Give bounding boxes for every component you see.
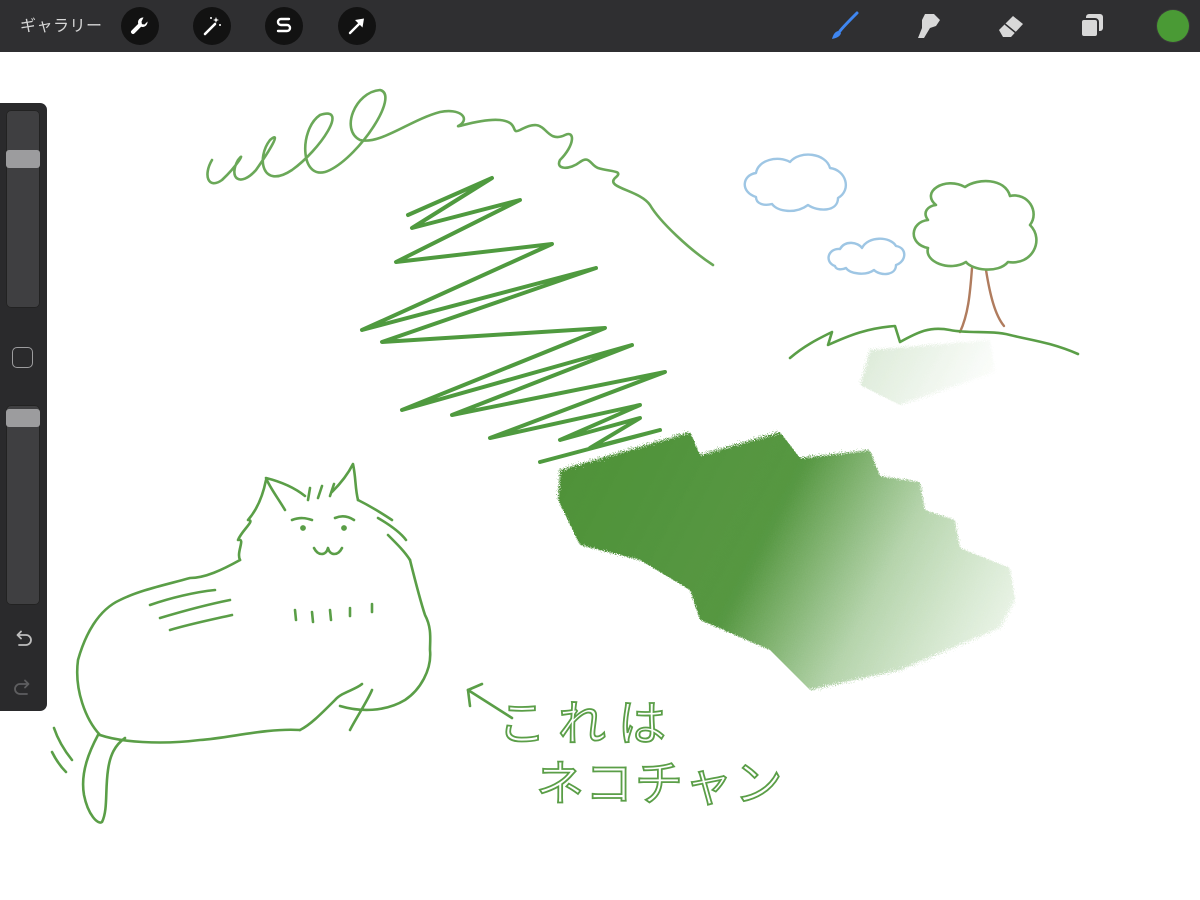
handwriting-line1: これは <box>498 696 678 752</box>
wrench-icon <box>131 17 148 34</box>
brush-icon <box>832 11 859 39</box>
magic-wand-icon <box>203 17 221 36</box>
gallery-button[interactable]: ギャラリー <box>20 15 103 37</box>
eraser-tool-button[interactable] <box>995 10 1027 42</box>
actions-button[interactable] <box>121 7 159 45</box>
cat-drawing <box>50 462 432 824</box>
layers-button[interactable] <box>1076 10 1108 42</box>
zigzag-scribble-stroke <box>360 176 667 464</box>
eraser-icon <box>999 16 1023 37</box>
drawing-canvas[interactable]: これは ネコチャン <box>0 52 1200 900</box>
layers-icon <box>1080 14 1103 38</box>
smudge-tool-button[interactable] <box>912 10 944 42</box>
selection-button[interactable] <box>265 7 303 45</box>
cloud-drawing <box>743 153 906 276</box>
top-toolbar: ギャラリー <box>0 0 1200 52</box>
color-picker-button[interactable] <box>1157 10 1189 42</box>
paint-tool-button[interactable] <box>829 10 861 42</box>
smudge-icon <box>918 14 940 38</box>
handwriting-line2: ネコチャン <box>536 756 785 812</box>
selection-icon <box>276 17 292 33</box>
loopy-wave-stroke <box>206 88 715 267</box>
transform-arrow-icon <box>348 18 364 35</box>
adjustments-button[interactable] <box>193 7 231 45</box>
grainy-fill-scribble <box>558 340 1015 690</box>
transform-button[interactable] <box>338 7 376 45</box>
